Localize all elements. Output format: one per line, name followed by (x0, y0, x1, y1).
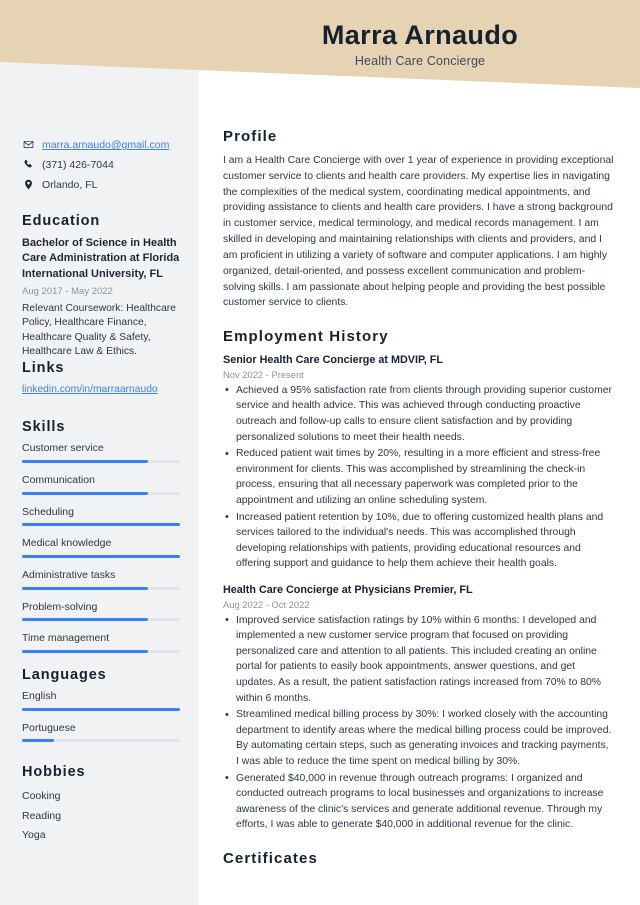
skill-bar-fill (22, 649, 149, 653)
envelope-icon (22, 138, 34, 150)
resume-page: marra.arnaudo@gmail.com (371) 426-7044 O… (0, 0, 640, 905)
languages-list: English Portuguese (22, 690, 180, 743)
skills-list: Customer service Communication Scheduling M… (22, 442, 180, 653)
hobbies-list: Cooking Reading Yoga (22, 787, 180, 845)
skill-bar-fill (22, 460, 149, 464)
location-text: Orlando, FL (42, 179, 98, 192)
jobs-list: Senior Health Care Concierge at MDVIP, F… (223, 353, 614, 833)
skills-section: Skills Customer service Communication Sche… (22, 419, 180, 653)
skill-bar-track (22, 555, 180, 559)
education-description: Relevant Coursework: Healthcare Policy, … (22, 302, 176, 358)
education-date: Aug 2017 - May 2022 (22, 286, 113, 298)
skill-item: Problem-solving (22, 601, 180, 622)
languages-heading: Languages (22, 666, 107, 683)
skill-bar-track (22, 618, 180, 622)
job-bullet: Reduced patient wait times by 20%, resul… (223, 446, 614, 508)
contact-phone: (371) 426-7044 (22, 158, 180, 172)
profile-section: Profile I am a Health Care Concierge wit… (223, 128, 614, 311)
sidebar: marra.arnaudo@gmail.com (371) 426-7044 O… (0, 0, 199, 905)
education-section: Education Bachelor of Science in Health … (22, 213, 180, 361)
job-bullet-list: Achieved a 95% satisfaction rate from cl… (223, 382, 614, 572)
job-bullet: Improved service satisfaction ratings by… (223, 612, 614, 707)
links-heading: Links (22, 360, 65, 377)
education-degree: Bachelor of Science in Health Care Admin… (22, 236, 180, 281)
main-content: Profile I am a Health Care Concierge wit… (199, 0, 640, 905)
language-bar-fill (22, 739, 54, 743)
skill-label: Medical knowledge (22, 537, 112, 550)
skill-label: Customer service (22, 442, 104, 455)
job-bullet: Increased patient retention by 10%, due … (223, 509, 614, 572)
skill-bar-track (22, 586, 180, 590)
skill-label: Time management (22, 632, 110, 645)
certificates-section: Certificates (223, 850, 614, 867)
profile-heading: Profile (223, 128, 278, 145)
skills-heading: Skills (22, 419, 66, 436)
email-text[interactable]: marra.arnaudo@gmail.com (42, 138, 169, 152)
contact-list: marra.arnaudo@gmail.com (371) 426-7044 O… (22, 138, 180, 193)
skill-item: Communication (22, 474, 180, 495)
skill-label: Problem-solving (22, 600, 98, 613)
job-date: Nov 2022 - Present (223, 368, 304, 380)
job-entry: Senior Health Care Concierge at MDVIP, F… (223, 353, 614, 572)
education-heading: Education (22, 212, 101, 229)
contact-email[interactable]: marra.arnaudo@gmail.com (22, 138, 180, 152)
skill-item: Time management (22, 632, 180, 653)
job-bullet: Generated $40,000 in revenue through out… (223, 770, 614, 833)
job-bullet: Achieved a 95% satisfaction rate from cl… (223, 382, 614, 445)
contact-location: Orlando, FL (22, 178, 180, 192)
skill-label: Scheduling (22, 505, 74, 518)
job-date: Aug 2022 - Oct 2022 (223, 598, 310, 610)
job-bullet-list: Improved service satisfaction ratings by… (223, 612, 614, 834)
link-item-linkedin[interactable]: linkedin.com/in/marraarnaudo (22, 383, 180, 397)
language-bar-fill (22, 707, 180, 711)
location-pin-icon (22, 178, 34, 190)
phone-text: (371) 426-7044 (42, 159, 114, 172)
skill-item: Administrative tasks (22, 569, 180, 590)
hobby-item: Reading (22, 809, 62, 822)
skill-item: Scheduling (22, 506, 180, 527)
skill-item: Customer service (22, 442, 180, 464)
hobbies-section: Hobbies Cooking Reading Yoga (22, 764, 180, 845)
language-item: English (22, 690, 180, 711)
skill-bar-track (22, 460, 180, 464)
job-role: Senior Health Care Concierge at MDVIP, F… (223, 354, 443, 367)
language-bar-track (22, 707, 180, 711)
skill-label: Administrative tasks (22, 569, 116, 582)
language-label: Portuguese (22, 721, 76, 734)
hobbies-heading: Hobbies (22, 764, 86, 781)
job-bullet: Streamlined medical billing process by 3… (223, 707, 614, 769)
language-bar-track (22, 739, 180, 743)
profile-text: I am a Health Care Concierge with over 1… (223, 155, 614, 309)
skill-bar-fill (22, 586, 149, 590)
skill-bar-fill (22, 523, 180, 527)
employment-section: Employment History Senior Health Care Co… (223, 328, 614, 833)
hobby-item: Cooking (22, 790, 61, 803)
job-role: Health Care Concierge at Physicians Prem… (223, 584, 473, 596)
hobby-item: Yoga (22, 829, 46, 842)
skill-bar-fill (22, 491, 149, 495)
skill-bar-fill (22, 618, 149, 622)
job-entry: Health Care Concierge at Physicians Prem… (223, 583, 614, 833)
phone-icon (22, 158, 34, 170)
skill-item: Medical knowledge (22, 537, 180, 559)
language-label: English (22, 689, 57, 702)
skill-bar-fill (22, 555, 180, 559)
language-item: Portuguese (22, 722, 180, 743)
languages-section: Languages English Portuguese (22, 666, 180, 743)
header-text: Marra Arnaudo Health Care Concierge (200, 0, 640, 88)
skill-bar-track (22, 491, 180, 495)
job-title-subtitle: Health Care Concierge (354, 54, 486, 69)
sidebar-content: marra.arnaudo@gmail.com (371) 426-7044 O… (22, 138, 180, 846)
certificates-heading: Certificates (223, 850, 318, 868)
employment-heading: Employment History (223, 328, 389, 346)
skill-label: Communication (22, 474, 95, 487)
page-title: Marra Arnaudo (321, 20, 519, 50)
skill-bar-track (22, 649, 180, 653)
skill-bar-track (22, 523, 180, 527)
links-section: Links linkedin.com/in/marraarnaudo (22, 360, 180, 397)
